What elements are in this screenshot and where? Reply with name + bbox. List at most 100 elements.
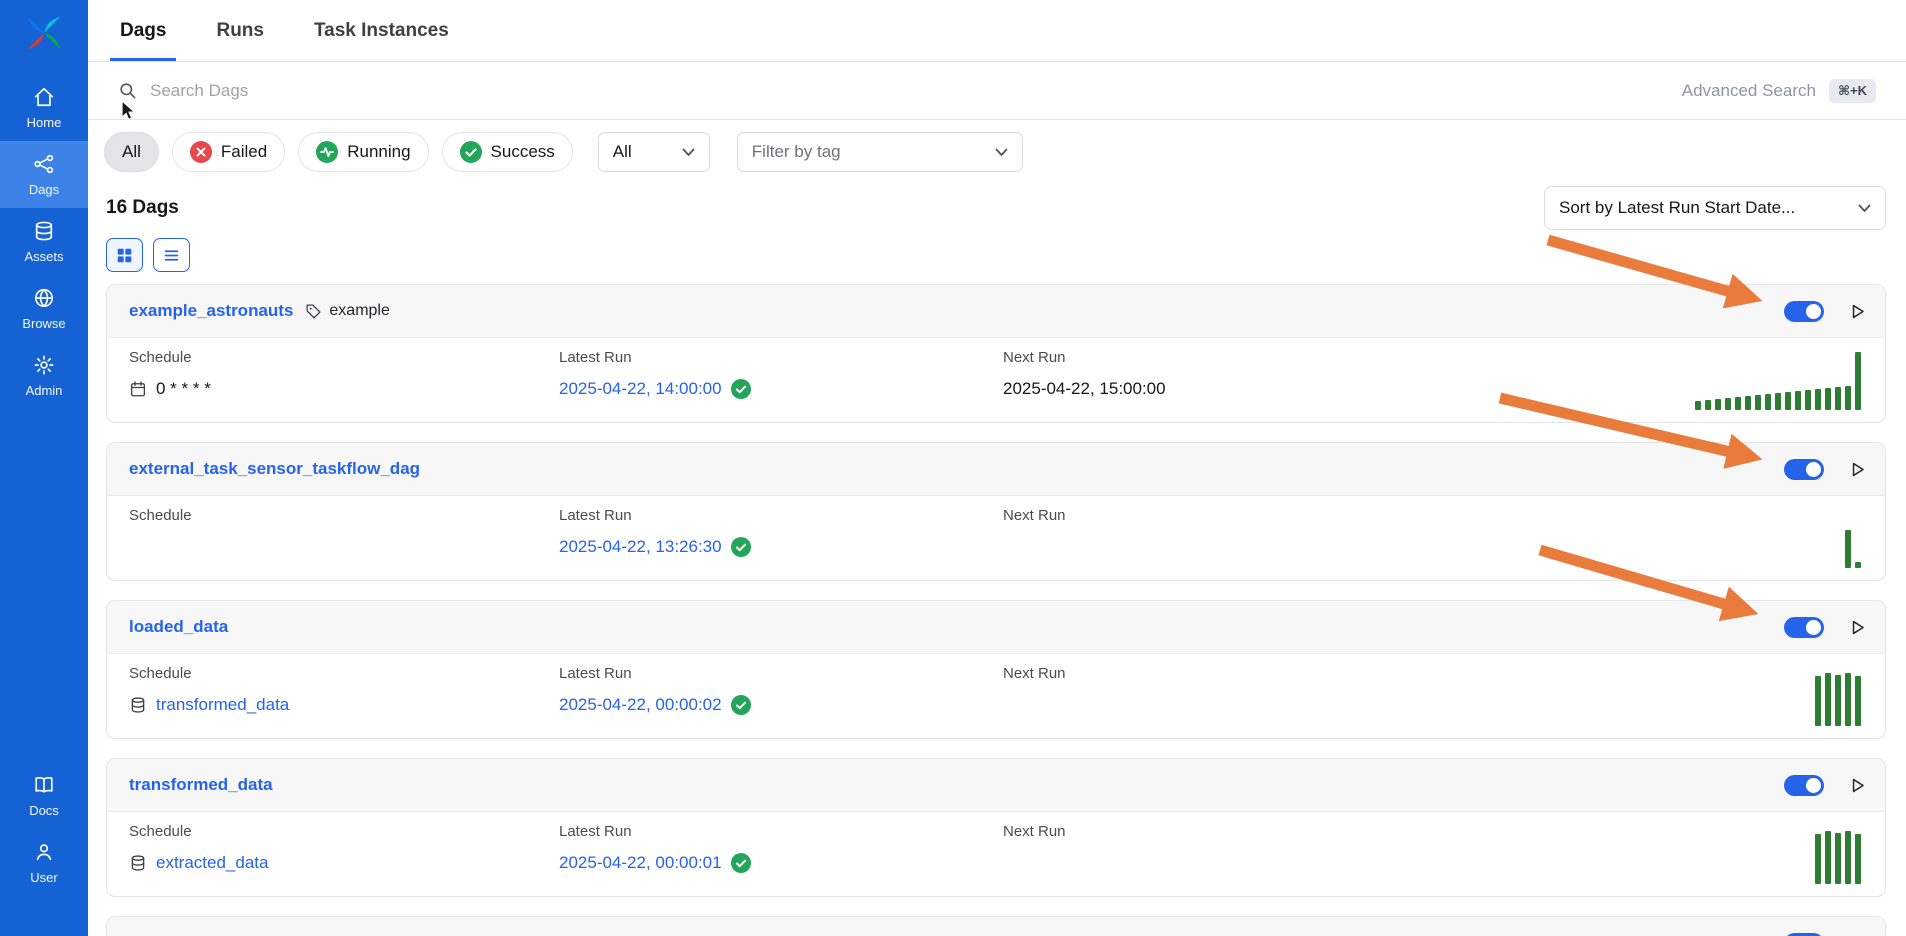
search-input[interactable] [150,81,1669,101]
dag-pause-toggle[interactable] [1784,459,1824,480]
run-bar[interactable] [1845,530,1851,568]
sidebar-item-browse[interactable]: Browse [0,275,88,342]
card-view-button[interactable] [106,238,143,272]
dag-list: example_astronauts example Schedule 0 * … [88,272,1906,936]
sort-select[interactable]: Sort by Latest Run Start Date... [1544,186,1886,230]
sidebar-item-admin[interactable]: Admin [0,342,88,409]
run-bar[interactable] [1725,398,1731,410]
run-bar[interactable] [1855,834,1861,884]
run-history-sparkline[interactable] [1815,673,1861,726]
dag-tag[interactable]: example [305,302,389,320]
run-history-sparkline[interactable] [1695,352,1861,410]
filter-chip-success[interactable]: Success [442,132,573,172]
run-bar[interactable] [1705,400,1711,410]
run-bar[interactable] [1805,390,1811,410]
paused-filter-select[interactable]: All [598,132,710,172]
trigger-dag-button[interactable] [1848,302,1867,321]
schedule-asset-link[interactable]: extracted_data [156,853,268,873]
run-bar[interactable] [1855,352,1861,410]
toggle-knob [1806,620,1821,635]
view-toggle-group [88,230,1906,272]
toggle-knob [1806,304,1821,319]
sidebar-item-assets[interactable]: Assets [0,208,88,275]
list-icon [163,247,180,264]
run-bar[interactable] [1855,562,1861,568]
table-view-button[interactable] [153,238,190,272]
run-bar[interactable] [1775,393,1781,410]
sidebar-bottom-nav: Docs User [0,762,88,936]
run-bar[interactable] [1845,386,1851,410]
search-bar: Advanced Search ⌘+K [88,62,1906,120]
run-bar[interactable] [1825,673,1831,726]
run-bar[interactable] [1735,397,1741,410]
latest-run-link[interactable]: 2025-04-22, 00:00:02 [559,695,722,715]
sidebar: Home Dags Assets Browse Admin Docs User [0,0,88,936]
run-bar[interactable] [1825,831,1831,884]
sidebar-item-label: Docs [29,803,59,818]
run-bar[interactable] [1765,394,1771,410]
tag-filter-select[interactable]: Filter by tag [737,132,1023,172]
latest-run-label: Latest Run [559,665,1003,682]
run-bar[interactable] [1835,833,1841,884]
run-bar[interactable] [1835,675,1841,726]
latest-run-link[interactable]: 2025-04-22, 14:00:00 [559,379,722,399]
run-bar[interactable] [1785,392,1791,410]
run-bar[interactable] [1795,391,1801,410]
sidebar-item-docs[interactable]: Docs [0,762,88,829]
dag-pause-toggle[interactable] [1784,301,1824,322]
run-bar[interactable] [1835,387,1841,410]
schedule-value: extracted_data [129,853,559,873]
run-bar[interactable] [1855,676,1861,726]
airflow-logo[interactable] [24,13,64,58]
sidebar-item-home[interactable]: Home [0,74,88,141]
sidebar-item-dags[interactable]: Dags [0,141,88,208]
dag-header-actions [1784,775,1867,796]
dag-pause-toggle[interactable] [1784,933,1824,936]
latest-run-link[interactable]: 2025-04-22, 00:00:01 [559,853,722,873]
dag-card-body: Schedule Latest Run 2025-04-22, 13:26:30… [107,496,1885,580]
dags-icon [33,153,55,175]
filter-chip-failed[interactable]: Failed [172,132,285,172]
sort-select-value: Sort by Latest Run Start Date... [1559,198,1795,218]
run-bar[interactable] [1745,396,1751,410]
latest-run-link[interactable]: 2025-04-22, 13:26:30 [559,537,722,557]
trigger-dag-button[interactable] [1848,776,1867,795]
dataset-icon [129,854,147,872]
run-bar[interactable] [1845,673,1851,726]
run-bar[interactable] [1815,389,1821,410]
chevron-down-icon [682,148,695,157]
run-bar[interactable] [1755,395,1761,410]
tab-runs[interactable]: Runs [214,0,266,61]
trigger-dag-button[interactable] [1848,618,1867,637]
run-history-sparkline[interactable] [1845,530,1861,568]
grid-icon [116,247,133,264]
tab-task-instances[interactable]: Task Instances [312,0,451,61]
filter-chip-running[interactable]: Running [298,132,428,172]
run-bar[interactable] [1815,676,1821,726]
trigger-dag-button[interactable] [1848,460,1867,479]
dag-card-body: Schedule extracted_data Latest Run 2025-… [107,812,1885,896]
filter-chip-all[interactable]: All [104,132,159,172]
schedule-label: Schedule [129,665,559,682]
run-history-sparkline[interactable] [1815,831,1861,884]
dag-pause-toggle[interactable] [1784,775,1824,796]
dag-name-link[interactable]: external_task_sensor_taskflow_dag [129,459,420,479]
run-bar[interactable] [1845,831,1851,884]
run-bar[interactable] [1695,401,1701,410]
advanced-search-link[interactable]: Advanced Search [1682,81,1816,101]
dag-name-link[interactable]: transformed_data [129,775,273,795]
dag-pause-toggle[interactable] [1784,617,1824,638]
toggle-knob [1806,462,1821,477]
tab-bar: Dags Runs Task Instances [88,0,1906,62]
run-bar[interactable] [1715,399,1721,410]
schedule-asset-link[interactable]: transformed_data [156,695,289,715]
tab-dags[interactable]: Dags [118,0,168,61]
run-bar[interactable] [1825,388,1831,410]
dag-name-link[interactable]: example_astronauts [129,301,293,321]
dag-card-body: Schedule transformed_data Latest Run 202… [107,654,1885,738]
tag-filter-placeholder: Filter by tag [752,142,841,162]
run-bar[interactable] [1815,834,1821,884]
dag-card-example_astronauts: example_astronauts example Schedule 0 * … [106,284,1886,423]
dag-name-link[interactable]: loaded_data [129,617,228,637]
sidebar-item-user[interactable]: User [0,829,88,896]
